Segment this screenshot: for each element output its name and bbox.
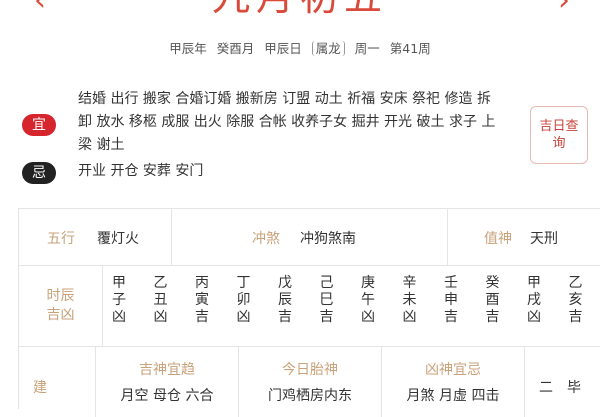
chongsha-cell: 冲煞 冲狗煞南 xyxy=(172,209,448,265)
hour-ganzhi-char: 甲 xyxy=(527,275,541,291)
hour-luck: 凶 xyxy=(402,309,417,325)
hour-ganzhi-char: 辰 xyxy=(278,292,292,308)
hour-item: 庚午凶 xyxy=(353,275,383,326)
hour-luck: 凶 xyxy=(112,309,126,325)
hour-ganzhi-char: 辛 xyxy=(402,275,417,291)
hour-item: 己巳吉 xyxy=(312,275,342,326)
hour-luck: 吉 xyxy=(444,309,458,325)
next-day-arrow-icon[interactable]: › xyxy=(558,0,570,16)
jishen-cell: 吉神宜趋 月空 母仓 六合 xyxy=(96,347,239,417)
xiongshen-cell: 凶神宜忌 月煞 月虚 四击 xyxy=(382,347,525,417)
hour-ganzhi-char: 己 xyxy=(319,275,334,291)
hour-ganzhi-char: 丑 xyxy=(153,292,168,308)
hour-item: 戊辰吉 xyxy=(270,275,300,326)
lunar-date-title: 九月初五 xyxy=(0,0,600,16)
gods-row: 建 吉神宜趋 月空 母仓 六合 今日胎神 门鸡栖房内东 凶神宜忌 月煞 月虚 四… xyxy=(19,347,600,417)
hour-ganzhi-char: 酉 xyxy=(485,292,500,308)
hour-ganzhi-char: 丁 xyxy=(236,275,251,291)
zhishen-cell: 值神 天刑 xyxy=(448,209,600,265)
taishen-cell: 今日胎神 门鸡栖房内东 xyxy=(239,347,382,417)
hour-luck: 凶 xyxy=(153,309,168,325)
jishen-value: 月空 母仓 六合 xyxy=(120,388,214,404)
ganzhi-year: 甲辰年 xyxy=(169,41,207,56)
hour-ganzhi-char: 癸 xyxy=(485,275,500,291)
hour-luck: 吉 xyxy=(568,309,583,325)
auspicious-day-query-button[interactable]: 吉日查 询 xyxy=(530,106,588,164)
ganzhi-line: 甲辰年 癸酉月 甲辰日 属龙 周一 第41周 xyxy=(0,38,600,57)
hour-ganzhi-char: 乙 xyxy=(153,275,168,291)
hour-item: 壬申吉 xyxy=(436,275,466,326)
ji-badge: 忌 xyxy=(22,162,56,184)
jishen-label: 吉神宜趋 xyxy=(139,362,195,378)
hour-item: 甲戌凶 xyxy=(519,275,549,326)
xiongshen-value: 月煞 月虚 四击 xyxy=(406,388,500,404)
hour-item: 丁卯凶 xyxy=(229,275,259,326)
hour-luck: 吉 xyxy=(278,309,292,325)
hour-luck: 凶 xyxy=(527,309,541,325)
hour-item: 丙寅吉 xyxy=(187,275,217,326)
hour-item: 辛未凶 xyxy=(395,275,425,326)
week-number: 第41周 xyxy=(389,41,431,56)
hour-item: 乙丑凶 xyxy=(146,275,176,326)
taishen-value: 门鸡栖房内东 xyxy=(268,388,352,404)
almanac-table: 五行 覆灯火 冲煞 冲狗煞南 值神 天刑 时辰 吉凶 甲子凶乙丑凶丙寅吉丁卯凶戊… xyxy=(18,208,600,417)
hour-ganzhi-char: 壬 xyxy=(444,275,458,291)
hour-luck: 吉 xyxy=(319,309,334,325)
hour-luck: 吉 xyxy=(195,309,209,325)
hour-ganzhi-char: 甲 xyxy=(112,275,126,291)
hour-ganzhi-char: 子 xyxy=(112,292,126,308)
yi-activities: 结婚 出行 搬家 合婚订婚 搬新房 订盟 动土 祈福 安床 祭祀 修造 拆卸 放… xyxy=(78,91,496,153)
zodiac-badge: 属龙 xyxy=(311,41,345,56)
jian-cell: 建 xyxy=(19,347,96,417)
chongsha-value: 冲狗煞南 xyxy=(300,231,356,247)
hour-luck: 凶 xyxy=(236,309,251,325)
hour-ganzhi-char: 申 xyxy=(444,292,458,308)
hour-ganzhi-char: 乙 xyxy=(568,275,583,291)
hour-item: 甲子凶 xyxy=(104,275,134,326)
hour-item: 癸酉吉 xyxy=(478,275,508,326)
wuxing-label: 五行 xyxy=(47,231,75,247)
taishen-label: 今日胎神 xyxy=(282,362,338,378)
zhishen-label: 值神 xyxy=(484,231,512,247)
auspicious-day-query-label-2: 询 xyxy=(552,136,566,151)
hour-ganzhi-char: 巳 xyxy=(319,292,334,308)
hour-ganzhi-char: 戌 xyxy=(527,292,541,308)
hours-label-line2: 吉凶 xyxy=(46,307,75,323)
zhishen-value: 天刑 xyxy=(530,231,558,247)
date-header: ‹ 九月初五 › 甲辰年 癸酉月 甲辰日 属龙 周一 第41周 xyxy=(0,0,600,72)
wuxing-cell: 五行 覆灯火 xyxy=(19,209,172,265)
hour-ganzhi-char: 未 xyxy=(402,292,417,308)
extra-cell: 二 毕 xyxy=(525,347,600,417)
yi-badge: 宜 xyxy=(22,114,56,136)
xiongshen-label: 凶神宜忌 xyxy=(425,362,481,378)
ganzhi-day: 甲辰日 xyxy=(264,41,302,56)
hour-ganzhi-char: 庚 xyxy=(361,275,375,291)
auspicious-day-query-label-1: 吉日查 xyxy=(539,119,579,134)
ganzhi-month: 癸酉月 xyxy=(216,41,255,56)
wuxing-value: 覆灯火 xyxy=(97,231,139,247)
extra-b: 毕 xyxy=(567,380,581,396)
weekday: 周一 xyxy=(354,41,380,56)
hours-label-line1: 时辰 xyxy=(46,288,75,304)
hour-ganzhi-char: 戊 xyxy=(278,275,292,291)
hour-luck: 吉 xyxy=(485,309,500,325)
chongsha-label: 冲煞 xyxy=(252,231,280,247)
hours-row: 时辰 吉凶 甲子凶乙丑凶丙寅吉丁卯凶戊辰吉己巳吉庚午凶辛未凶壬申吉癸酉吉甲戌凶乙… xyxy=(19,266,600,347)
hours-label: 时辰 吉凶 xyxy=(19,266,103,346)
hour-ganzhi-char: 丙 xyxy=(195,275,209,291)
hour-luck: 凶 xyxy=(361,309,375,325)
info-row: 五行 覆灯火 冲煞 冲狗煞南 值神 天刑 xyxy=(19,209,600,266)
hour-item: 乙亥吉 xyxy=(561,275,591,326)
hour-ganzhi-char: 寅 xyxy=(195,292,209,308)
hour-ganzhi-char: 亥 xyxy=(568,292,583,308)
hour-ganzhi-char: 卯 xyxy=(236,292,251,308)
ji-activities: 开业 开仓 安葬 安门 xyxy=(78,163,204,179)
hour-ganzhi-char: 午 xyxy=(361,292,375,308)
